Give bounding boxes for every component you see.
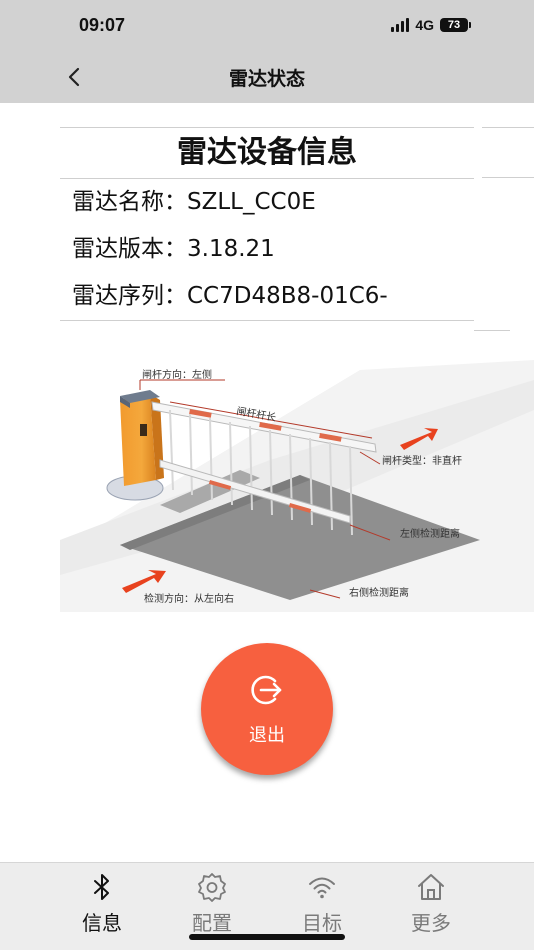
status-indicators: 4G 73 (391, 17, 471, 33)
network-type: 4G (415, 17, 434, 33)
tab-target[interactable]: 目标 (282, 871, 362, 936)
tab-label: 更多 (411, 911, 451, 935)
divider-stub (482, 127, 534, 128)
tab-label: 信息 (82, 911, 122, 935)
row-value: SZLL_CC0E (187, 189, 316, 215)
battery-icon: 73 (440, 18, 471, 32)
barrier-gate-diagram: 闸杆方向：左侧 闸杆杆长 闸杆类型：非直杆 左侧检测距离 右侧检测距离 检测方向… (60, 340, 534, 612)
top-bar: 09:07 4G 73 雷达状态 (0, 0, 534, 103)
diagram-label-gate-direction: 闸杆方向：左侧 (142, 368, 212, 381)
tab-label: 目标 (302, 911, 342, 935)
info-row-serial: 雷达序列：CC7D48B8-01C6- (60, 273, 474, 320)
divider-stub (482, 177, 534, 178)
page-title: 雷达状态 (228, 68, 305, 90)
info-row-name: 雷达名称：SZLL_CC0E (60, 179, 474, 226)
row-label: 雷达序列： (72, 283, 187, 309)
diagram-label-detect-direction: 检测方向：从左向右 (144, 592, 234, 605)
tab-config[interactable]: 配置 (172, 871, 252, 936)
card-heading: 雷达设备信息 (177, 135, 357, 170)
diagram-label-right-distance: 右侧检测距离 (349, 586, 409, 599)
bluetooth-icon (94, 874, 109, 900)
exit-label: 退出 (249, 725, 285, 746)
tab-label: 配置 (192, 911, 232, 935)
home-icon (418, 874, 444, 900)
divider-stub (474, 330, 510, 331)
home-indicator (189, 934, 345, 940)
tab-more[interactable]: 更多 (391, 871, 471, 936)
row-label: 雷达名称： (72, 189, 187, 215)
exit-icon (251, 675, 282, 705)
exit-button[interactable]: 退出 (201, 643, 333, 775)
diagram-label-left-distance: 左侧检测距离 (400, 527, 460, 540)
row-label: 雷达版本： (72, 236, 187, 262)
divider (60, 320, 474, 321)
signal-icon (391, 18, 410, 32)
diagram-graphic: 闸杆方向：左侧 闸杆杆长 闸杆类型：非直杆 左侧检测距离 右侧检测距离 检测方向… (60, 340, 534, 612)
row-value: CC7D48B8-01C6- (187, 283, 388, 309)
info-row-version: 雷达版本：3.18.21 (60, 226, 474, 273)
diagram-label-bar-type: 闸杆类型：非直杆 (382, 454, 462, 467)
status-time: 09:07 (79, 15, 126, 35)
tab-info[interactable]: 信息 (62, 871, 142, 936)
wifi-icon (309, 877, 335, 899)
gear-icon (198, 873, 226, 902)
row-value: 3.18.21 (187, 236, 275, 262)
device-info-card: 雷达设备信息 雷达名称：SZLL_CC0E 雷达版本：3.18.21 雷达序列：… (60, 127, 474, 321)
